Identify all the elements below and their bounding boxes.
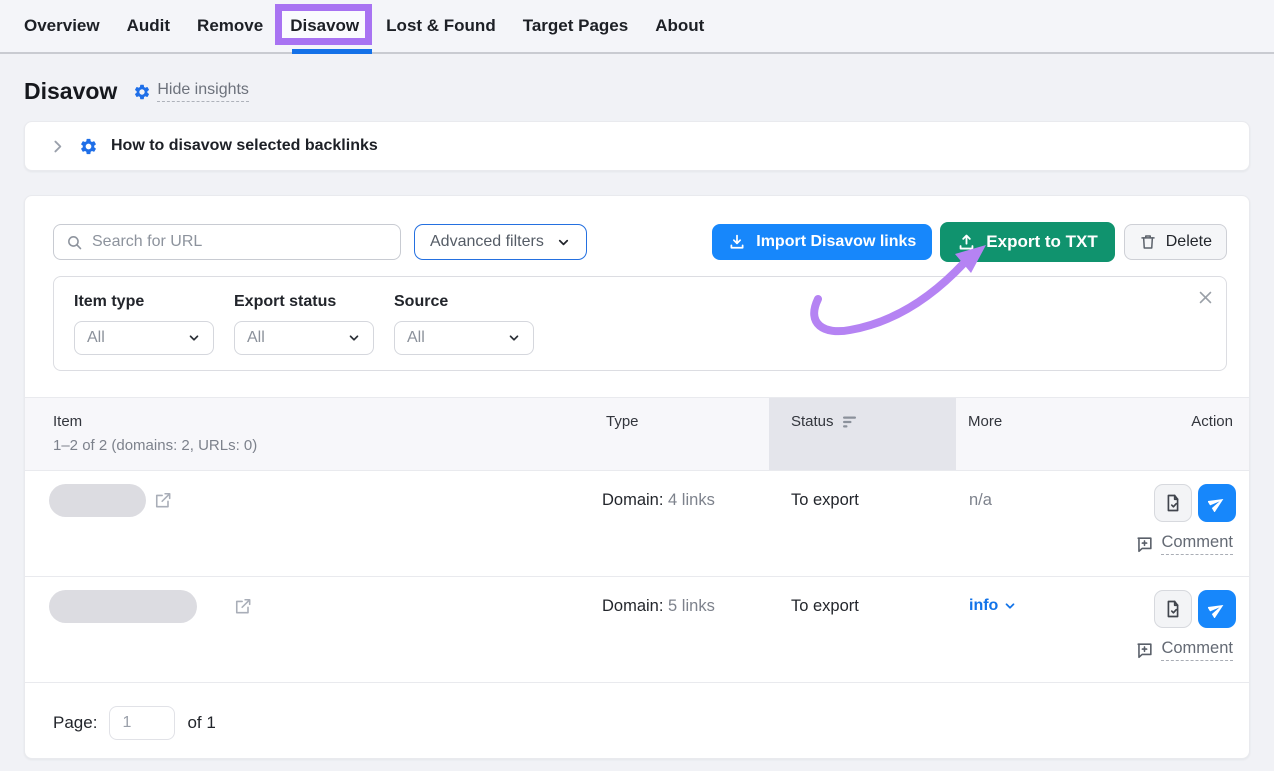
page-count: of 1 [187,713,215,733]
download-icon [728,233,746,251]
table-header: Item 1–2 of 2 (domains: 2, URLs: 0) Type… [25,397,1249,471]
column-item: Item [53,413,82,430]
gear-icon [79,137,98,156]
export-to-txt-button[interactable]: Export to TXT [940,222,1114,262]
tab-about[interactable]: About [655,0,704,52]
page-number-input[interactable] [109,706,175,740]
toolbar: Advanced filters Import Disavow links Ex… [25,222,1249,262]
chevron-right-icon [49,138,66,155]
send-icon [1208,494,1226,512]
external-link-icon[interactable] [153,490,173,510]
chevron-down-icon [556,235,571,250]
more-cell: n/a [969,491,992,510]
send-icon [1208,600,1226,618]
source-select[interactable]: All [394,321,534,355]
column-action: Action [1191,413,1233,430]
disavow-file-button[interactable] [1154,484,1192,522]
comment-link[interactable]: Comment [1135,639,1233,661]
disavow-panel: Advanced filters Import Disavow links Ex… [24,195,1250,759]
type-cell: Domain: 4 links [602,491,715,510]
redacted-domain [49,484,146,517]
send-icon-button[interactable] [1198,590,1236,628]
filter-export-status: Export status All [234,293,374,355]
chevron-down-icon [1003,599,1017,613]
status-cell: To export [791,491,859,510]
search-input[interactable] [92,233,388,251]
status-cell: To export [791,597,859,616]
row-actions [1154,484,1236,522]
tab-overview[interactable]: Overview [24,0,100,52]
comment-icon [1135,535,1154,554]
gear-icon [133,83,151,101]
comment-link[interactable]: Comment [1135,533,1233,555]
item-type-select[interactable]: All [74,321,214,355]
table-row: Domain: 4 links To export n/a [25,471,1249,577]
column-status[interactable]: Status [791,413,858,430]
tab-lost-and-found[interactable]: Lost & Found [386,0,496,52]
redacted-domain [49,590,197,623]
tab-target-pages[interactable]: Target Pages [523,0,629,52]
filter-source: Source All [394,293,534,355]
table-row: Domain: 5 links To export info [25,577,1249,683]
close-icon[interactable] [1197,289,1214,306]
filter-item-type: Item type All [74,293,214,355]
hide-insights-link[interactable]: Hide insights [133,81,249,102]
document-check-icon [1163,599,1183,619]
chevron-down-icon [187,331,201,345]
search-icon [66,234,83,251]
page-label: Page: [53,713,97,733]
filters-panel: Item type All Export status All [53,276,1227,371]
column-type: Type [606,413,639,430]
chevron-down-icon [507,331,521,345]
more-cell: info [969,597,1017,615]
advanced-filters-button[interactable]: Advanced filters [414,224,587,260]
delete-button[interactable]: Delete [1124,224,1227,260]
import-disavow-links-button[interactable]: Import Disavow links [712,224,932,260]
row-actions [1154,590,1236,628]
chevron-down-icon [347,331,361,345]
export-status-select[interactable]: All [234,321,374,355]
send-icon-button[interactable] [1198,484,1236,522]
table-summary: 1–2 of 2 (domains: 2, URLs: 0) [53,437,257,454]
page-title: Disavow [24,78,117,105]
howto-disavow-expander[interactable]: How to disavow selected backlinks [24,121,1250,171]
type-cell: Domain: 5 links [602,597,715,616]
pagination: Page: of 1 [25,683,1249,763]
external-link-icon[interactable] [233,596,253,616]
page-header: Disavow Hide insights [24,78,1250,105]
tab-remove[interactable]: Remove [197,0,263,52]
tab-disavow[interactable]: Disavow [290,0,359,52]
active-tab-indicator [292,49,372,54]
info-dropdown[interactable]: info [969,597,1017,615]
document-check-icon [1163,493,1183,513]
trash-icon [1139,233,1157,251]
sort-icon [842,415,858,429]
search-box [53,224,401,260]
column-more: More [968,413,1002,430]
tab-audit[interactable]: Audit [127,0,170,52]
upload-icon [957,233,976,252]
top-nav: Overview Audit Remove Disavow Lost & Fou… [0,0,1274,54]
comment-icon [1135,641,1154,660]
howto-label: How to disavow selected backlinks [111,137,378,155]
disavow-file-button[interactable] [1154,590,1192,628]
status-column-highlight [769,398,956,470]
